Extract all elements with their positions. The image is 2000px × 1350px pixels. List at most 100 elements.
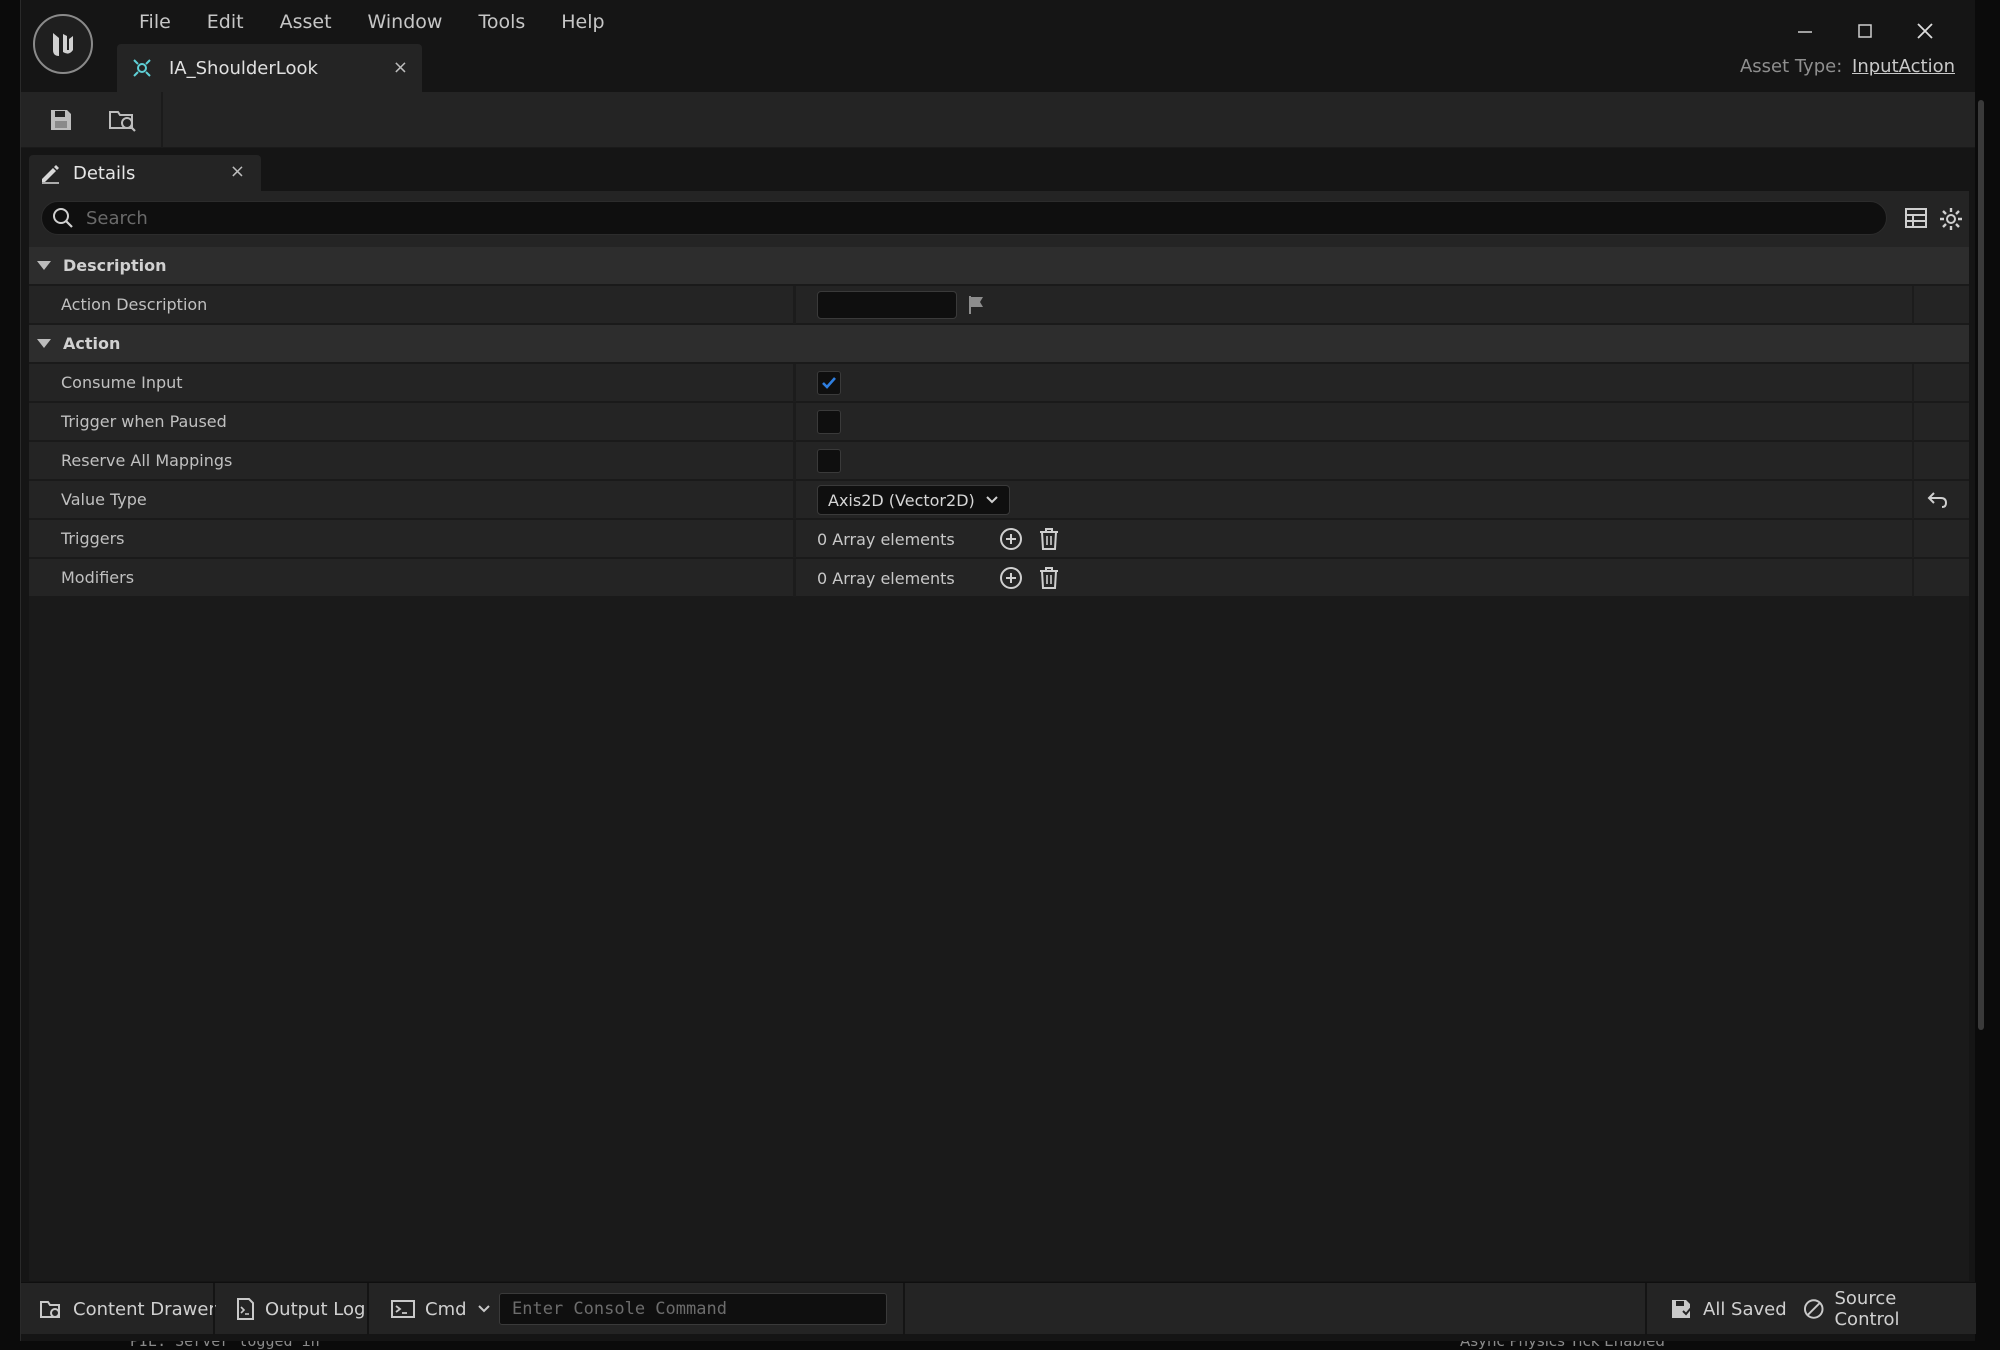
property-label: Trigger when Paused [61,412,227,431]
category-label: Action [63,334,121,353]
search-box [41,201,1887,235]
unreal-logo-icon[interactable] [33,14,93,74]
property-label: Modifiers [61,568,135,587]
asset-type-label: Asset Type: [1739,56,1843,77]
search-icon [52,207,74,229]
column-splitter [1912,286,1914,324]
minimize-button[interactable] [1775,14,1835,48]
search-row [29,191,1969,247]
property-row-action-description: Action Description [29,286,1969,324]
output-log-button[interactable]: Output Log [223,1283,377,1335]
menu-help[interactable]: Help [543,8,622,38]
action-description-input[interactable] [817,291,957,319]
table-view-icon [1905,208,1927,228]
menu-file[interactable]: File [121,8,189,38]
all-saved-button[interactable]: All Saved [1657,1283,1799,1335]
cmd-label: Cmd [425,1298,467,1320]
property-row-triggers: Triggers 0 Array elements [29,520,1969,558]
asset-editor-window: File Edit Asset Window Tools Help IA_Sho… [20,0,1976,1341]
column-splitter [1912,403,1914,441]
source-control-disabled-icon [1803,1299,1824,1319]
menu-window[interactable]: Window [350,8,461,38]
settings-button[interactable] [1939,207,1963,231]
column-splitter [1912,364,1914,402]
property-row-reserve-all-mappings: Reserve All Mappings [29,442,1969,480]
property-value [817,442,841,480]
details-panel: Description Action Description Action [29,191,1969,1281]
status-bar: Content Drawer Output Log Cmd Enter Cons… [21,1282,1976,1335]
content-drawer-icon [40,1301,60,1318]
value-type-dropdown[interactable]: Axis2D (Vector2D) [817,485,1010,515]
asset-type-link[interactable]: InputAction [1852,56,1955,77]
browse-folder-icon [109,111,136,132]
asset-document-tab[interactable]: IA_ShoulderLook × [117,44,422,92]
menu-tools[interactable]: Tools [460,8,543,38]
add-element-icon[interactable] [997,564,1025,592]
property-label: Consume Input [61,373,183,392]
category-label: Description [63,256,167,275]
browse-to-asset-button[interactable] [105,102,141,138]
maximize-button[interactable] [1835,14,1895,48]
property-label: Value Type [61,490,147,509]
property-value: 0 Array elements [817,520,1073,558]
category-description[interactable]: Description [29,247,1969,285]
property-row-modifiers: Modifiers 0 Array elements [29,559,1969,597]
chevron-down-icon [986,496,998,504]
column-splitter [1912,559,1914,597]
console-command-input[interactable] [499,1293,887,1325]
output-log-label: Output Log [265,1298,366,1320]
source-control-button[interactable]: Source Control [1791,1283,1976,1335]
input-action-icon [131,57,153,79]
content-drawer-button[interactable]: Content Drawer [27,1283,228,1335]
property-row-value-type: Value Type Axis2D (Vector2D) [29,481,1969,519]
save-button[interactable] [43,102,79,138]
add-element-icon[interactable] [997,525,1025,553]
localization-flag-icon[interactable] [967,294,987,316]
terminal-icon [391,1300,415,1318]
column-splitter [1912,520,1914,558]
status-divider [213,1283,215,1335]
trash-icon[interactable] [1035,564,1063,592]
close-tab-icon[interactable]: × [393,57,408,78]
status-divider [367,1283,369,1335]
background-scrollbar [1978,100,1984,1030]
array-count: 0 Array elements [817,529,955,549]
menu-asset[interactable]: Asset [262,8,350,38]
save-icon [51,110,71,130]
search-input[interactable] [84,206,1886,230]
property-value [817,403,841,441]
consume-input-checkbox[interactable] [817,371,841,395]
array-count: 0 Array elements [817,568,955,588]
table-view-button[interactable] [1905,208,1927,228]
column-splitter [1912,442,1914,480]
menu-bar: File Edit Asset Window Tools Help [121,8,623,38]
column-splitter[interactable] [793,403,796,441]
column-splitter[interactable] [793,481,796,519]
column-splitter[interactable] [793,286,796,324]
output-log-icon [237,1298,254,1320]
save-all-icon [1672,1300,1692,1318]
reset-to-default-icon[interactable] [1927,490,1949,510]
menu-edit[interactable]: Edit [189,8,262,38]
column-splitter[interactable] [793,442,796,480]
cmd-dropdown[interactable]: Cmd [379,1283,503,1335]
column-splitter[interactable] [793,559,796,597]
title-bar: File Edit Asset Window Tools Help IA_Sho… [21,0,1975,92]
property-value [817,286,987,324]
trash-icon[interactable] [1035,525,1063,553]
source-control-label: Source Control [1834,1288,1900,1330]
column-splitter[interactable] [793,364,796,402]
reserve-all-mappings-checkbox[interactable] [817,449,841,473]
category-action[interactable]: Action [29,325,1969,363]
value-type-selected: Axis2D (Vector2D) [828,490,975,510]
details-tab[interactable]: Details × [29,155,261,191]
close-details-icon[interactable]: × [230,161,245,182]
trigger-when-paused-checkbox[interactable] [817,410,841,434]
toolbar [21,92,1975,148]
content-drawer-label: Content Drawer [73,1298,216,1320]
property-row-consume-input: Consume Input [29,364,1969,402]
column-splitter[interactable] [793,520,796,558]
column-splitter [1912,481,1914,519]
property-label: Reserve All Mappings [61,451,233,470]
close-window-button[interactable] [1895,14,1955,48]
